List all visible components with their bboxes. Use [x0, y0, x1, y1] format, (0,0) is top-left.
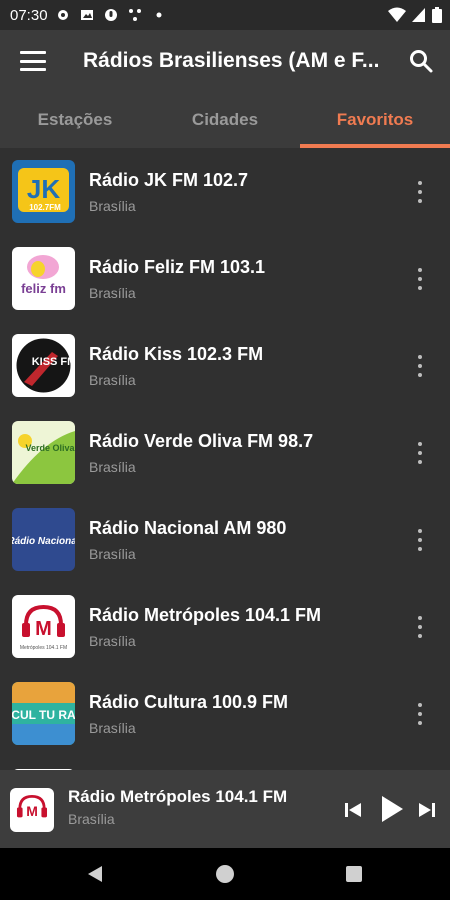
tab-favoritos[interactable]: Favoritos	[300, 92, 450, 148]
battery-icon	[432, 7, 442, 23]
previous-icon[interactable]	[344, 801, 362, 819]
station-logo-jk: JK 102.7FM	[12, 160, 75, 223]
svg-text:Verde Oliva: Verde Oliva	[25, 443, 75, 453]
settings-status-icon	[56, 8, 70, 22]
station-item[interactable]: M Metrópoles 104.1 FM Rádio Metrópoles 1…	[0, 583, 450, 670]
station-name: Rádio JK FM 102.7	[89, 170, 249, 190]
station-logo-metropoles: M Metrópoles 104.1 FM	[12, 595, 75, 658]
station-city: Brasília	[89, 720, 136, 736]
station-city: Brasília	[89, 546, 136, 562]
station-list: JK 102.7FM Rádio JK FM 102.7 Brasília fe…	[0, 148, 450, 770]
menu-icon[interactable]	[20, 51, 46, 71]
station-item[interactable]: Rádio Nacional Rádio Nacional AM 980 Bra…	[0, 496, 450, 583]
station-logo-feliz: feliz fm	[12, 247, 75, 310]
app-title: Rádios Brasilienses (AM e F...	[83, 49, 380, 72]
more-options-icon[interactable]	[410, 703, 430, 725]
svg-text:M: M	[35, 618, 52, 640]
tab-bar: Estações Cidades Favoritos	[0, 92, 450, 148]
more-options-icon[interactable]	[410, 355, 430, 377]
station-name: Rádio Cultura 100.9 FM	[89, 692, 289, 712]
svg-text:Metrópoles 104.1 FM: Metrópoles 104.1 FM	[20, 645, 67, 651]
more-options-icon[interactable]	[410, 268, 430, 290]
player-subtitle: Brasília	[68, 811, 115, 827]
more-options-icon[interactable]	[410, 442, 430, 464]
station-name: Rádio Nacional AM 980	[89, 518, 287, 538]
station-item[interactable]: Verde Oliva Rádio Verde Oliva FM 98.7 Br…	[0, 409, 450, 496]
more-options-icon[interactable]	[410, 616, 430, 638]
station-item[interactable]: KISS FM Rádio Kiss 102.3 FM Brasília	[0, 322, 450, 409]
wifi-icon	[388, 7, 406, 22]
station-name: Rádio Feliz FM 103.1	[89, 257, 266, 277]
station-name: Rádio Verde Oliva FM 98.7	[89, 431, 314, 451]
svg-text:feliz fm: feliz fm	[21, 281, 66, 296]
back-icon[interactable]	[85, 864, 105, 884]
network-status-icon	[128, 8, 142, 22]
play-icon[interactable]	[380, 795, 404, 823]
station-name: Rádio Kiss 102.3 FM	[89, 344, 264, 364]
player-logo: M	[10, 788, 54, 832]
station-city: Brasília	[89, 285, 136, 301]
image-status-icon	[80, 8, 94, 22]
system-nav-bar	[0, 848, 450, 900]
microphone-status-icon	[104, 8, 118, 22]
svg-text:JK: JK	[27, 174, 60, 204]
svg-text:M: M	[26, 803, 38, 819]
more-options-icon[interactable]	[410, 181, 430, 203]
station-logo-verde-oliva: Verde Oliva	[12, 421, 75, 484]
status-bar: 07:30	[0, 0, 450, 30]
tab-cidades[interactable]: Cidades	[150, 92, 300, 148]
station-item[interactable]: CUL TU RA Rádio Cultura 100.9 FM Brasíli…	[0, 670, 450, 757]
station-logo-nacional: Rádio Nacional	[12, 508, 75, 571]
dot-status-icon	[152, 8, 166, 22]
svg-text:Rádio Nacional: Rádio Nacional	[12, 536, 75, 547]
status-time: 07:30	[10, 6, 48, 24]
station-name: Rádio Metrópoles 104.1 FM	[89, 605, 322, 625]
station-item-partial[interactable]	[0, 757, 450, 770]
svg-text:KISS FM: KISS FM	[32, 356, 75, 368]
station-city: Brasília	[89, 459, 136, 475]
more-options-icon[interactable]	[410, 529, 430, 551]
tab-estacoes[interactable]: Estações	[0, 92, 150, 148]
home-icon[interactable]	[215, 864, 235, 884]
station-item[interactable]: JK 102.7FM Rádio JK FM 102.7 Brasília	[0, 148, 450, 235]
svg-text:102.7FM: 102.7FM	[29, 203, 61, 212]
station-logo-cultura: CUL TU RA	[12, 682, 75, 745]
recents-icon[interactable]	[345, 865, 363, 883]
search-icon[interactable]	[408, 48, 434, 74]
station-city: Brasília	[89, 198, 136, 214]
next-icon[interactable]	[418, 801, 436, 819]
station-city: Brasília	[89, 633, 136, 649]
app-bar: Rádios Brasilienses (AM e F...	[0, 30, 450, 92]
station-item[interactable]: feliz fm Rádio Feliz FM 103.1 Brasília	[0, 235, 450, 322]
mini-player[interactable]: M Rádio Metrópoles 104.1 FM Brasília	[0, 770, 450, 848]
station-logo-kiss: KISS FM	[12, 334, 75, 397]
svg-text:CUL TU RA: CUL TU RA	[12, 708, 75, 722]
player-title: Rádio Metrópoles 104.1 FM	[68, 787, 288, 806]
signal-icon	[412, 8, 425, 22]
station-city: Brasília	[89, 372, 136, 388]
